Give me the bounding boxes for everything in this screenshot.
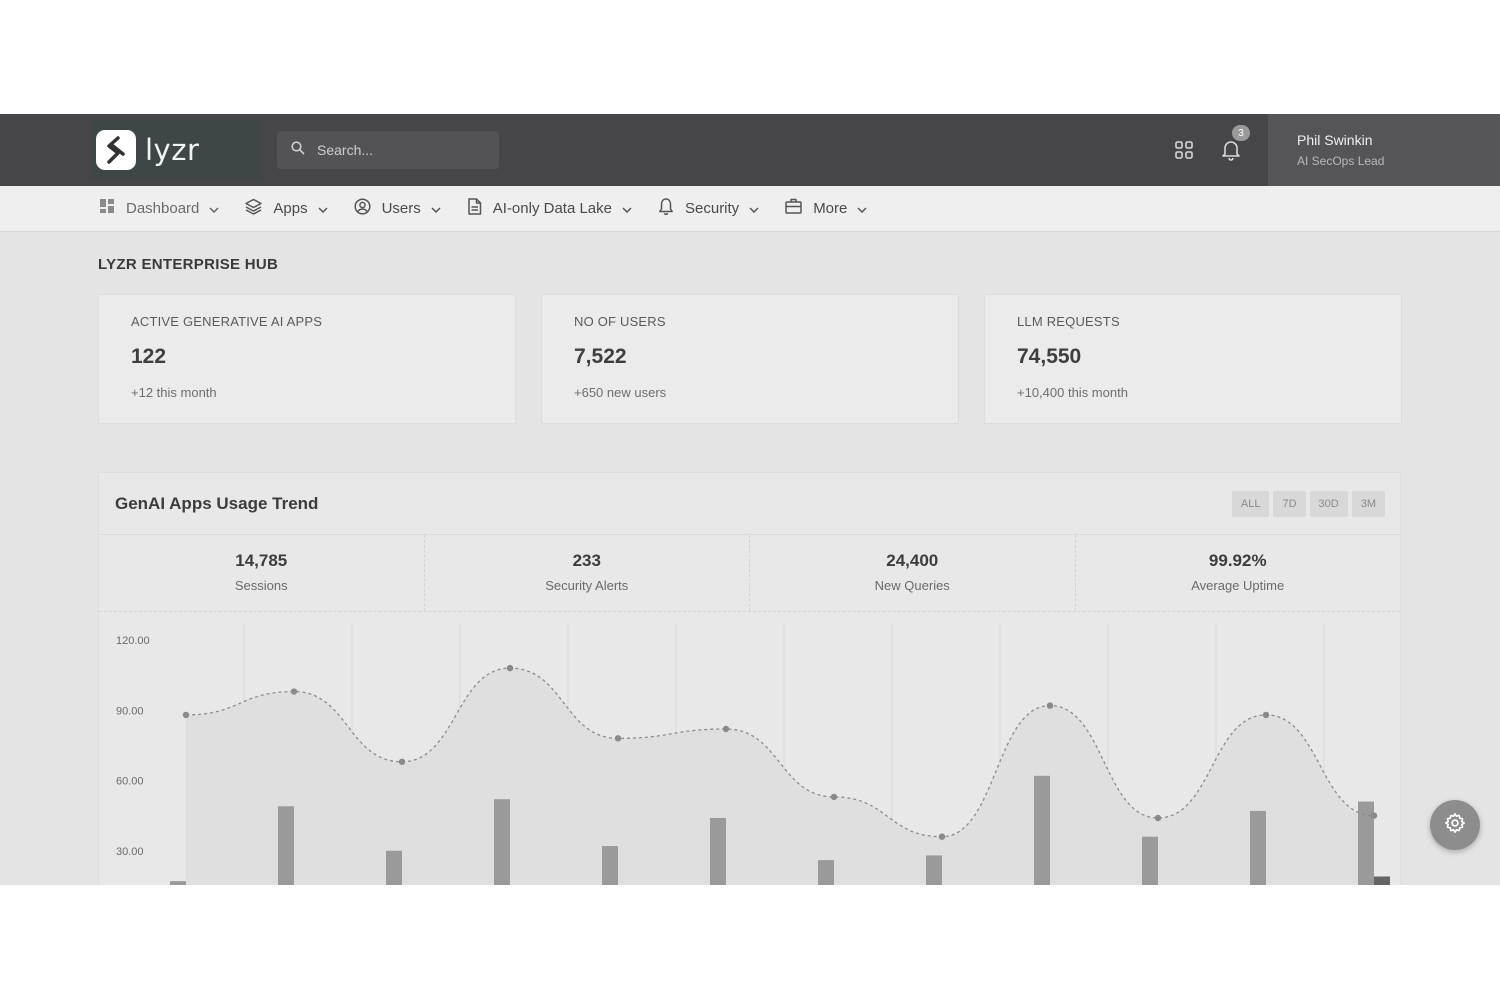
shield-icon — [658, 197, 674, 220]
stat-delta: +10,400 this month — [1017, 385, 1128, 400]
notification-badge: 3 — [1232, 125, 1250, 141]
gear-icon — [1444, 812, 1466, 839]
line-point — [1370, 812, 1378, 819]
bar-primary — [1034, 775, 1050, 885]
top-bar: lyzr Search... 3 Phil Swinkin AI SecOps … — [0, 114, 1500, 186]
line-point — [182, 711, 190, 719]
line-point — [398, 758, 406, 765]
chevron-down-icon — [209, 200, 219, 218]
document-icon — [467, 197, 482, 220]
line-point — [1154, 814, 1162, 822]
nav-item-security[interactable]: Security — [658, 186, 759, 232]
stat-label: LLM REQUESTS — [1017, 314, 1120, 329]
app-window: lyzr Search... 3 Phil Swinkin AI SecOps … — [0, 114, 1500, 885]
bar-primary — [170, 881, 186, 885]
y-tick-label: 90.00 — [116, 705, 144, 717]
bar-primary — [710, 817, 726, 885]
nav-item-data-lake[interactable]: AI-only Data Lake — [467, 186, 632, 232]
stat-value: 122 — [131, 345, 167, 368]
search-box[interactable]: Search... — [277, 131, 499, 169]
bar-primary — [602, 846, 618, 885]
y-tick-label: 120.00 — [116, 635, 150, 647]
line-series-area — [186, 668, 1374, 885]
brand-logo[interactable]: lyzr — [91, 120, 261, 180]
line-point — [830, 793, 838, 801]
nav-label-dashboard: Dashboard — [126, 200, 200, 217]
stat-delta: +12 this month — [131, 385, 217, 400]
stat-label: ACTIVE GENERATIVE AI APPS — [131, 314, 323, 329]
apps-grid-icon[interactable] — [1170, 136, 1198, 164]
chevron-down-icon — [431, 200, 441, 218]
line-point — [938, 833, 946, 840]
nav-item-dashboard[interactable]: Dashboard — [99, 186, 219, 232]
page-title: LYZR ENTERPRISE HUB — [98, 256, 279, 273]
chevron-down-icon — [749, 200, 759, 218]
brand-name: lyzr — [145, 133, 200, 167]
y-tick-label: 30.00 — [116, 846, 144, 858]
dashboard-icon — [99, 198, 115, 219]
settings-fab[interactable] — [1430, 800, 1480, 850]
bar-primary — [494, 799, 510, 885]
nav-item-more[interactable]: More — [785, 186, 867, 232]
stat-card-users: NO OF USERS 7,522 +650 new users — [541, 294, 959, 424]
lyzr-logo-icon — [96, 130, 136, 170]
stat-label: NO OF USERS — [574, 314, 666, 329]
layers-icon — [245, 198, 263, 220]
nav-label-users: Users — [381, 200, 421, 217]
nav-label-more: More — [813, 200, 848, 217]
bar-primary — [386, 850, 402, 885]
nav-label-apps: Apps — [273, 200, 308, 217]
stat-card-llm-requests: LLM REQUESTS 74,550 +10,400 this month — [984, 294, 1402, 424]
main-nav: Dashboard Apps Users AI-only Data Lake S… — [0, 186, 1500, 232]
nav-item-apps[interactable]: Apps — [245, 186, 328, 232]
stat-value: 7,522 — [574, 345, 627, 368]
nav-label-data-lake: AI-only Data Lake — [492, 200, 612, 217]
stat-card-apps: ACTIVE GENERATIVE AI APPS 122 +12 this m… — [98, 294, 516, 424]
user-menu[interactable]: Phil Swinkin AI SecOps Lead — [1268, 114, 1500, 186]
search-icon — [291, 140, 305, 160]
chevron-down-icon — [622, 200, 632, 218]
bar-primary — [926, 855, 942, 885]
bar-primary — [818, 860, 834, 885]
bar-primary — [1142, 836, 1158, 885]
bar-primary — [278, 806, 294, 885]
user-role: AI SecOps Lead — [1297, 154, 1385, 168]
line-point — [1262, 711, 1270, 719]
user-circle-icon — [354, 197, 371, 220]
y-tick-label: 60.00 — [116, 776, 144, 788]
search-input[interactable]: Search... — [317, 142, 373, 158]
usage-trend-chart: 120.00 90.00 60.00 30.00 — [116, 623, 1390, 885]
bar-primary — [1250, 810, 1266, 885]
stat-delta: +650 new users — [574, 385, 667, 400]
line-point — [290, 688, 298, 695]
usage-trend-panel: GenAI Apps Usage Trend ALL 7D 30D 3M 14,… — [98, 472, 1401, 885]
line-point — [722, 725, 730, 733]
line-point — [506, 664, 514, 672]
chevron-down-icon — [318, 200, 328, 218]
nav-item-users[interactable]: Users — [354, 186, 441, 232]
bar-secondary — [1374, 876, 1390, 885]
user-name: Phil Swinkin — [1297, 132, 1373, 148]
stat-value: 74,550 — [1017, 345, 1082, 368]
line-point — [614, 735, 622, 742]
briefcase-icon — [785, 198, 802, 219]
chevron-down-icon — [857, 200, 867, 218]
line-point — [1046, 702, 1054, 709]
nav-label-security: Security — [685, 200, 740, 217]
